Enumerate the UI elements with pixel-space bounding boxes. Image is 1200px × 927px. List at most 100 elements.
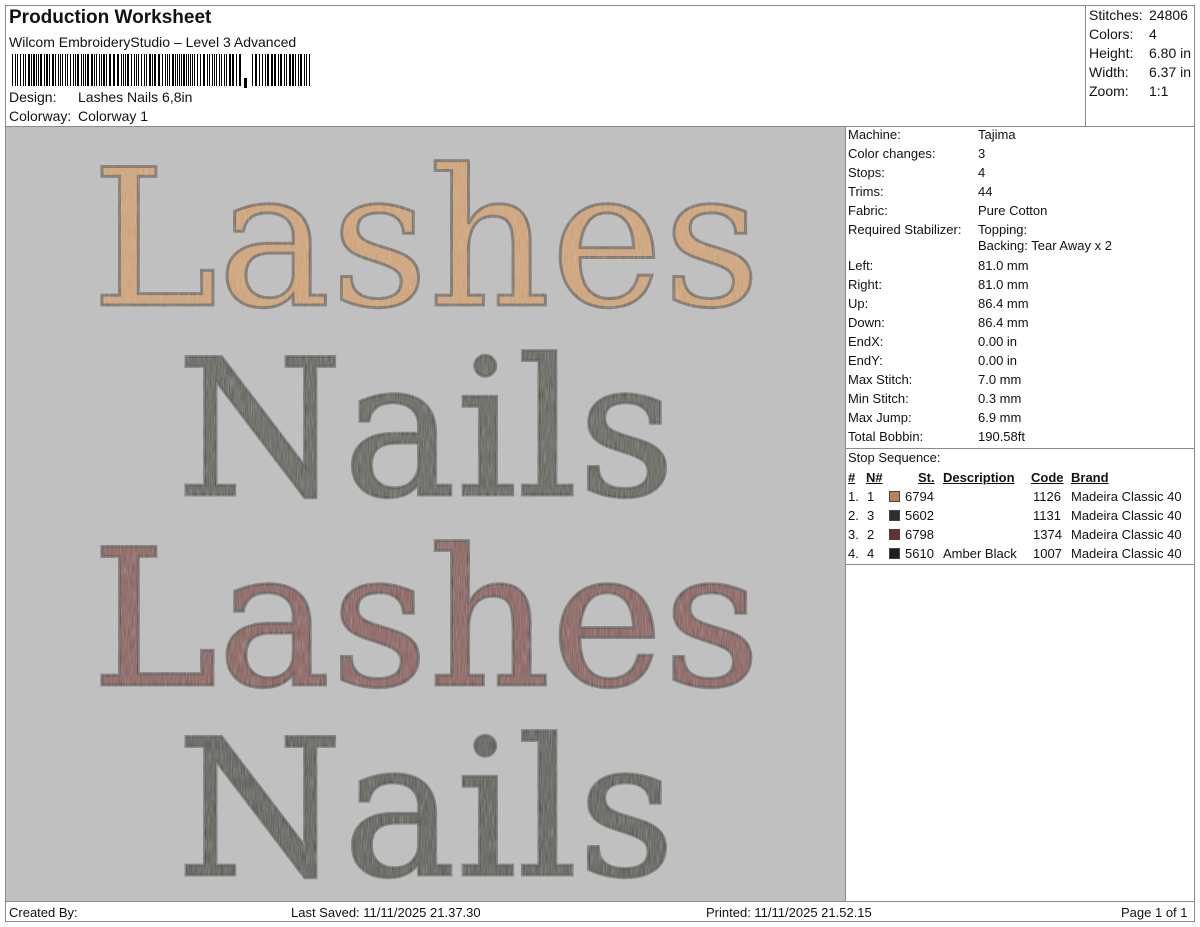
barcode-bar	[221, 54, 222, 86]
design-preview: Lashes Nails Lashes Nails	[6, 127, 845, 901]
barcode-bar	[36, 54, 37, 86]
row-needle: 3	[867, 508, 875, 523]
barcode-bar	[186, 54, 187, 86]
barcode-bar	[58, 54, 59, 86]
zoom-label: Zoom:	[1089, 83, 1129, 99]
barcode-bar	[158, 54, 160, 86]
stop-sequence-title: Stop Sequence:	[848, 450, 941, 465]
barcode-bar	[23, 54, 24, 86]
barcode-bar	[101, 54, 102, 86]
barcode-bar	[40, 54, 42, 86]
barcode-bar	[203, 54, 205, 86]
info-label: Color changes:	[848, 146, 936, 161]
info-value: 0.00 in	[978, 353, 1018, 368]
barcode-bar	[121, 54, 122, 86]
row-code: 1131	[1033, 508, 1061, 523]
info-value: 7.0 mm	[978, 372, 1022, 387]
info-label: Right:	[848, 277, 882, 292]
barcode-bar	[209, 54, 210, 86]
info-value: 3	[978, 146, 986, 161]
barcode-bar	[214, 54, 215, 86]
barcode-bar	[232, 54, 234, 86]
info-value: 44	[978, 184, 993, 199]
row-thread: 6798	[905, 527, 934, 542]
barcode-image	[12, 54, 310, 88]
barcode-bar	[267, 54, 269, 86]
info-value: 6.9 mm	[978, 410, 1022, 425]
barcode-bar	[28, 54, 30, 86]
barcode-bar	[181, 54, 182, 86]
barcode-bar	[194, 54, 195, 86]
row-needle: 1	[867, 489, 875, 504]
row-code: 1007	[1033, 546, 1062, 561]
col-header-description: Description	[943, 470, 1015, 485]
row-needle: 2	[867, 527, 875, 542]
barcode-bar	[138, 54, 139, 86]
barcode-bar	[94, 54, 95, 86]
barcode-bar	[67, 54, 68, 86]
worksheet-header: Production Worksheet Wilcom EmbroiderySt…	[6, 6, 1084, 126]
barcode-bar	[292, 54, 294, 86]
sequence-divider	[846, 564, 1194, 565]
design-label: Design:	[9, 89, 57, 105]
zoom-value: 1:1	[1149, 83, 1169, 99]
info-label: Left:	[848, 258, 874, 273]
barcode-bar	[96, 54, 97, 86]
color-swatch	[889, 548, 900, 559]
barcode-bar	[244, 78, 247, 88]
info-label: Max Stitch:	[848, 372, 913, 387]
info-label: EndY:	[848, 353, 883, 368]
info-label: Trims:	[848, 184, 884, 199]
barcode-bar	[179, 54, 180, 86]
row-num: 1.	[848, 489, 859, 504]
barcode-bar	[70, 54, 71, 86]
barcode-bar	[127, 54, 129, 86]
barcode-bar	[252, 54, 253, 86]
barcode-bar	[188, 54, 189, 86]
info-label: Up:	[848, 296, 869, 311]
barcode-bar	[286, 54, 287, 86]
barcode-bar	[75, 54, 76, 86]
barcode-bar	[55, 54, 56, 86]
barcode-bar	[239, 54, 241, 86]
row-code: 1126	[1033, 489, 1061, 504]
page-title: Production Worksheet	[9, 7, 212, 28]
barcode-bar	[146, 54, 147, 86]
printed-date: Printed: 11/11/2025 21.52.15	[706, 905, 872, 920]
preview-line-3: Lashes	[91, 509, 760, 730]
barcode-bar	[200, 54, 201, 86]
barcode-bar	[177, 54, 178, 86]
info-value: 86.4 mm	[978, 296, 1029, 311]
row-code: 1374	[1033, 527, 1062, 542]
info-value: 81.0 mm	[978, 258, 1029, 273]
barcode-bar	[172, 54, 174, 86]
barcode-bar	[259, 54, 260, 86]
barcode-bar	[167, 54, 168, 86]
barcode-bar	[109, 54, 111, 86]
page-number: Page 1 of 1	[1121, 905, 1188, 920]
barcode-bar	[60, 54, 61, 86]
barcode-bar	[49, 54, 50, 86]
barcode-bar	[117, 54, 119, 86]
barcode-bar	[113, 54, 115, 86]
barcode-bar	[31, 54, 32, 86]
barcode-bar	[219, 54, 220, 86]
row-brand: Madeira Classic 40	[1071, 546, 1182, 561]
design-value: Lashes Nails 6,8in	[78, 89, 193, 105]
info-value: 0.3 mm	[978, 391, 1022, 406]
barcode-bar	[91, 54, 93, 86]
barcode-bar	[44, 54, 45, 86]
barcode-bar	[12, 54, 13, 86]
barcode-bar	[123, 54, 124, 86]
barcode-bar	[226, 54, 227, 86]
barcode-bar	[65, 54, 66, 86]
barcode-bar	[103, 54, 105, 86]
col-header-needle: N#	[866, 470, 883, 485]
stitches-label: Stitches:	[1089, 7, 1143, 23]
barcode-bar	[289, 54, 291, 86]
barcode-bar	[106, 54, 107, 86]
created-by: Created By:	[9, 905, 78, 920]
barcode-bar	[17, 54, 18, 86]
info-label: Fabric:	[848, 203, 888, 218]
info-value: 81.0 mm	[978, 277, 1029, 292]
